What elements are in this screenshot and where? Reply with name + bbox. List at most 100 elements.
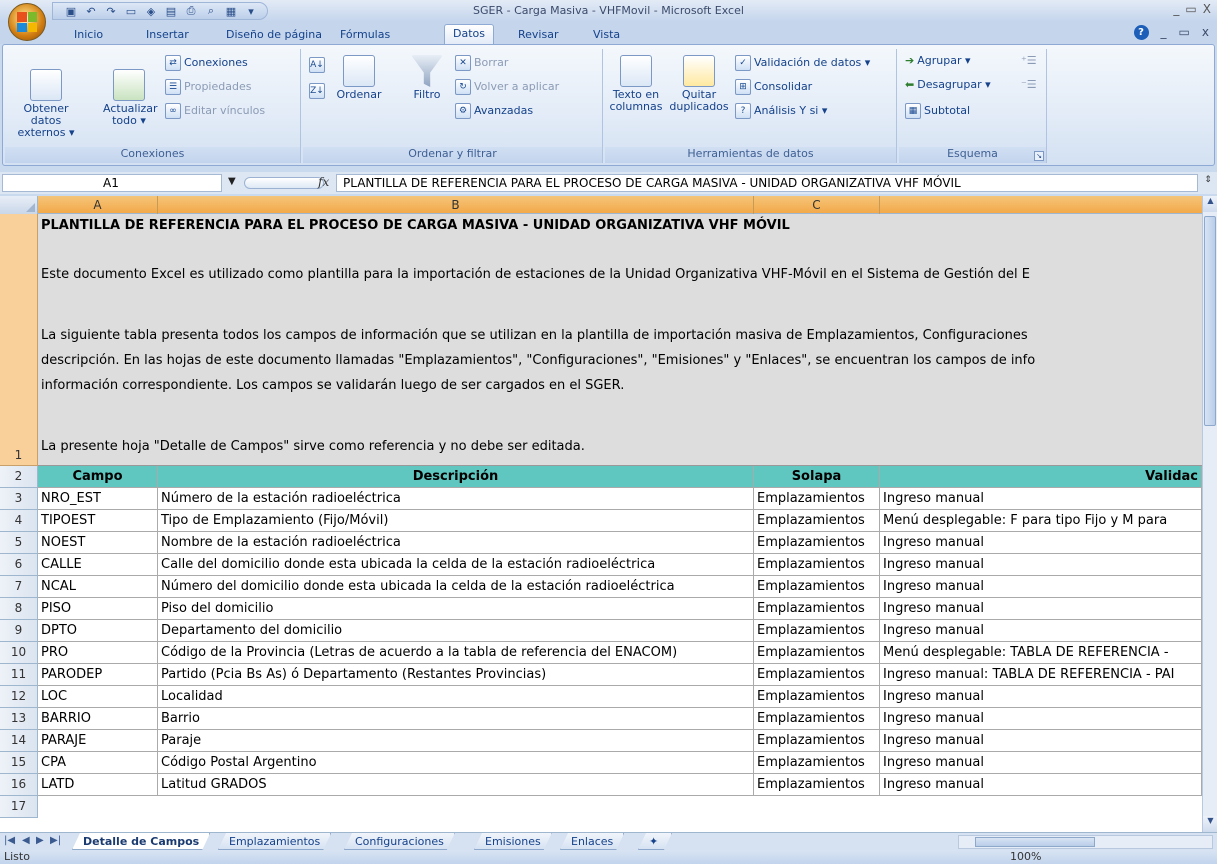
cell-campo[interactable]: LATD (38, 774, 158, 796)
obtener-datos-button[interactable]: Obtener datos externos ▾ (7, 69, 85, 139)
cell-solapa[interactable]: Emplazamientos (754, 532, 880, 554)
save-icon[interactable]: ▣ (63, 4, 79, 18)
sheet-tab-detalle-campos[interactable]: Detalle de Campos (72, 833, 210, 850)
row-header-17[interactable]: 17 (0, 796, 38, 818)
column-header-d[interactable] (880, 196, 1202, 214)
row-header-8[interactable]: 8 (0, 598, 38, 620)
tab-insertar[interactable]: Insertar (138, 26, 197, 44)
cell-descripcion[interactable]: Número del domicilio donde esta ubicada … (158, 576, 754, 598)
column-header-b[interactable]: B (158, 196, 754, 214)
cell-descripcion[interactable]: Partido (Pcia Bs As) ó Departamento (Res… (158, 664, 754, 686)
cell-descripcion[interactable]: Localidad (158, 686, 754, 708)
texto-columnas-button[interactable]: Texto en columnas (609, 55, 663, 113)
ordenar-button[interactable]: Ordenar (333, 55, 385, 101)
cell-solapa[interactable]: Emplazamientos (754, 752, 880, 774)
row-header-13[interactable]: 13 (0, 708, 38, 730)
zoom-level[interactable]: 100% (1010, 850, 1041, 863)
print-icon[interactable]: ⎙ (183, 4, 199, 18)
cell-solapa[interactable]: Emplazamientos (754, 598, 880, 620)
folder-icon[interactable]: ▤ (163, 4, 179, 18)
cell-descripcion[interactable]: Barrio (158, 708, 754, 730)
open-folder-icon[interactable]: ▭ (123, 4, 139, 18)
cell-descripcion[interactable]: Código de la Provincia (Letras de acuerd… (158, 642, 754, 664)
consolidar-button[interactable]: ⊞ Consolidar (735, 79, 812, 95)
row-header-14[interactable]: 14 (0, 730, 38, 752)
row-header-16[interactable]: 16 (0, 774, 38, 796)
scroll-down-icon[interactable]: ▼ (1203, 816, 1217, 832)
formula-bar-splitter[interactable] (244, 177, 324, 189)
cell-validacion[interactable]: Ingreso manual (880, 576, 1202, 598)
row-header-15[interactable]: 15 (0, 752, 38, 774)
cell-campo[interactable]: TIPOEST (38, 510, 158, 532)
desagrupar-button[interactable]: ⬅ Desagrupar ▾ (905, 79, 991, 91)
cell-descripcion[interactable]: Latitud GRADOS (158, 774, 754, 796)
cell-solapa[interactable]: Emplazamientos (754, 554, 880, 576)
restore-button[interactable]: ▭ (1185, 2, 1196, 16)
cell-validacion[interactable]: Ingreso manual (880, 730, 1202, 752)
cell-solapa[interactable]: Emplazamientos (754, 774, 880, 796)
row-header-2[interactable]: 2 (0, 466, 38, 488)
sheet-tab-emisiones[interactable]: Emisiones (474, 833, 552, 850)
cell-validacion[interactable]: Ingreso manual (880, 708, 1202, 730)
agrupar-button[interactable]: ➔ Agrupar ▾ (905, 55, 970, 67)
close-workbook-button[interactable]: x (1202, 25, 1209, 40)
tab-formulas[interactable]: Fórmulas (332, 26, 398, 44)
cell-descripcion[interactable]: Calle del domicilio donde esta ubicada l… (158, 554, 754, 576)
column-header-a[interactable]: A (38, 196, 158, 214)
header-campo[interactable]: Campo (38, 466, 158, 488)
validacion-datos-button[interactable]: ✓ Validación de datos ▾ (735, 55, 870, 71)
header-solapa[interactable]: Solapa (754, 466, 880, 488)
row-header-9[interactable]: 9 (0, 620, 38, 642)
horizontal-scrollbar[interactable] (958, 835, 1213, 849)
intro-cell-a1[interactable]: PLANTILLA DE REFERENCIA PARA EL PROCESO … (38, 214, 1202, 466)
cell-descripcion[interactable]: Nombre de la estación radioeléctrica (158, 532, 754, 554)
cell-validacion[interactable]: Ingreso manual (880, 752, 1202, 774)
cell-descripcion[interactable]: Código Postal Argentino (158, 752, 754, 774)
minimize-ribbon-button[interactable]: _ (1161, 25, 1167, 40)
propiedades-button[interactable]: ☰ Propiedades (165, 79, 251, 95)
sheet-tab-enlaces[interactable]: Enlaces (560, 833, 624, 850)
cell-campo[interactable]: NCAL (38, 576, 158, 598)
cell-solapa[interactable]: Emplazamientos (754, 576, 880, 598)
cell-solapa[interactable]: Emplazamientos (754, 488, 880, 510)
last-sheet-icon[interactable]: ▶| (50, 835, 61, 846)
cell-solapa[interactable]: Emplazamientos (754, 730, 880, 752)
volver-aplicar-button[interactable]: ↻ Volver a aplicar (455, 79, 559, 95)
insert-function-icon[interactable]: fx (318, 175, 329, 189)
cell-validacion[interactable]: Ingreso manual: TABLA DE REFERENCIA - PA… (880, 664, 1202, 686)
cell-solapa[interactable]: Emplazamientos (754, 642, 880, 664)
row-header-7[interactable]: 7 (0, 576, 38, 598)
row-header-12[interactable]: 12 (0, 686, 38, 708)
name-box-dropdown-icon[interactable]: ▼ (228, 176, 236, 187)
actualizar-todo-button[interactable]: Actualizar todo ▾ (103, 69, 158, 127)
row-header-11[interactable]: 11 (0, 664, 38, 686)
cell-descripcion[interactable]: Tipo de Emplazamiento (Fijo/Móvil) (158, 510, 754, 532)
restore-workbook-button[interactable]: ▭ (1179, 25, 1190, 40)
vertical-scrollbar[interactable]: ▲ ▼ (1202, 196, 1217, 832)
row-header-1[interactable]: 1 (0, 214, 38, 466)
cell-validacion[interactable]: Ingreso manual (880, 620, 1202, 642)
column-header-c[interactable]: C (754, 196, 880, 214)
cell-validacion[interactable]: Menú desplegable: TABLA DE REFERENCIA - (880, 642, 1202, 664)
close-button[interactable]: X (1203, 2, 1211, 16)
tab-inicio[interactable]: Inicio (66, 26, 111, 44)
cell-solapa[interactable]: Emplazamientos (754, 510, 880, 532)
hide-detail-button[interactable]: ⁻☰ (1021, 79, 1037, 91)
row-header-10[interactable]: 10 (0, 642, 38, 664)
first-sheet-icon[interactable]: |◀ (4, 835, 15, 846)
cell-descripcion[interactable]: Piso del domicilio (158, 598, 754, 620)
sort-desc-button[interactable]: Z↓ (309, 83, 325, 99)
cell-campo[interactable]: DPTO (38, 620, 158, 642)
row-header-3[interactable]: 3 (0, 488, 38, 510)
cell-validacion[interactable]: Menú desplegable: F para tipo Fijo y M p… (880, 510, 1202, 532)
formula-input[interactable]: PLANTILLA DE REFERENCIA PARA EL PROCESO … (336, 174, 1198, 192)
row-header-5[interactable]: 5 (0, 532, 38, 554)
cell-campo[interactable]: LOC (38, 686, 158, 708)
minimize-button[interactable]: _ (1173, 2, 1179, 16)
conexiones-button[interactable]: ⇄ Conexiones (165, 55, 248, 71)
cell-validacion[interactable]: Ingreso manual (880, 598, 1202, 620)
vertical-scroll-thumb[interactable] (1204, 216, 1216, 426)
fill-color-icon[interactable]: ◈ (143, 4, 159, 18)
office-button[interactable] (8, 3, 46, 41)
cell-campo[interactable]: BARRIO (38, 708, 158, 730)
